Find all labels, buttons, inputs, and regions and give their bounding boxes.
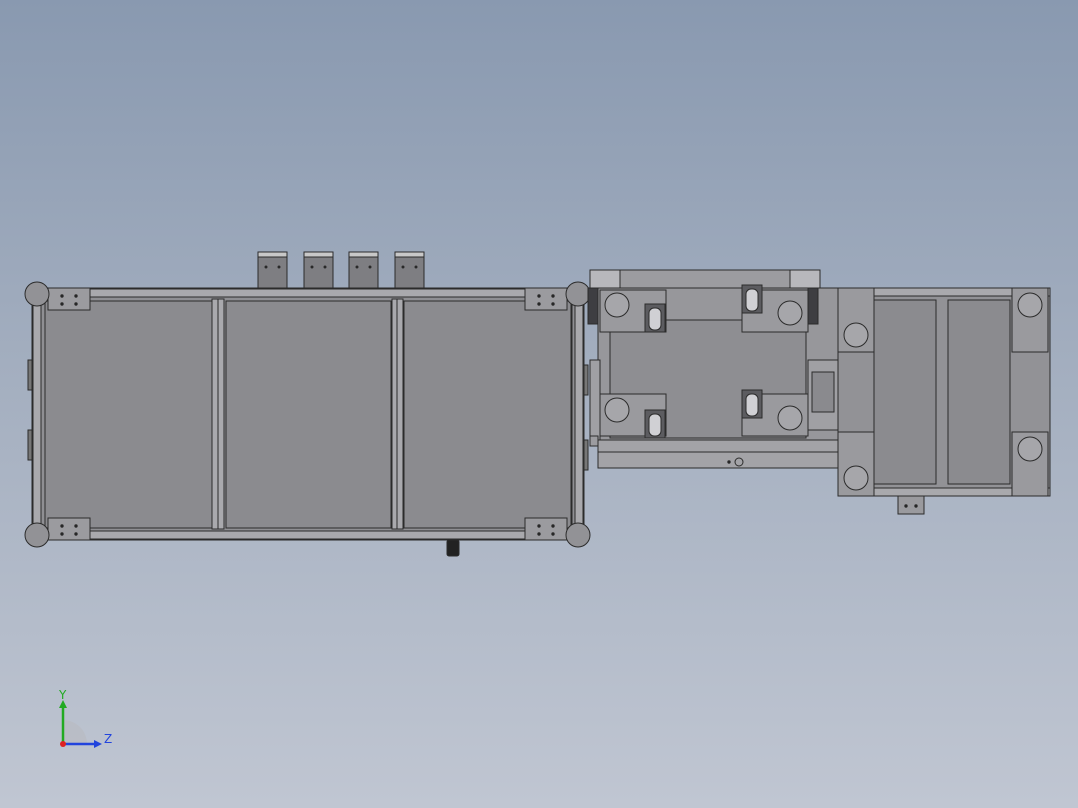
orientation-triad: Y Z [58,688,112,748]
side-frame-assembly[interactable] [837,287,1051,515]
cad-model-view[interactable] [0,0,1078,808]
bottom-knob [446,539,460,557]
cart-assembly[interactable] [587,269,839,469]
graphics-viewport[interactable]: Y Z [0,0,1078,808]
triad-arc [63,720,87,744]
z-axis-label: Z [104,732,112,746]
x-axis-dot [60,741,66,747]
frame-panels [40,298,573,530]
main-frame-assembly[interactable] [24,251,591,557]
y-axis-label: Y [58,688,67,702]
top-mounting-blocks [257,251,425,289]
